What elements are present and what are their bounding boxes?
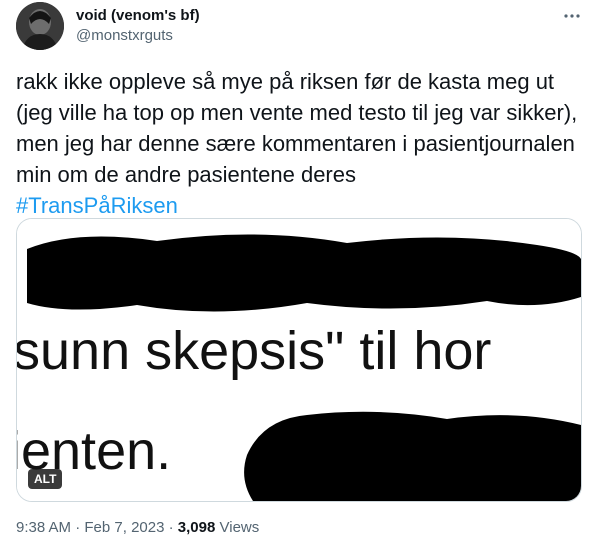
views-label: Views: [219, 519, 260, 536]
tweet-time[interactable]: 9:38 AM: [16, 519, 71, 536]
tweet-meta: 9:38 AM · Feb 7, 2023 · 3,098 Views: [16, 518, 259, 538]
tweet-text-line: rakk ikke oppleve så mye på riksen før d…: [16, 69, 530, 94]
alt-text-badge[interactable]: ALT: [28, 469, 63, 489]
tweet-text: rakk ikke oppleve så mye på riksen før d…: [16, 66, 584, 221]
avatar[interactable]: [16, 2, 64, 50]
more-options-button[interactable]: [560, 4, 584, 28]
hashtag-link[interactable]: #TransPåRiksen: [16, 193, 178, 218]
redaction-scribble-bottom: [244, 411, 581, 501]
media-image: sunn skepsis" til hor ienten.: [17, 219, 581, 501]
more-horizontal-icon: [564, 14, 580, 18]
media-text-line1: sunn skepsis" til hor: [17, 321, 491, 381]
author-handle[interactable]: @monstxrguts: [76, 26, 173, 46]
redaction-scribble-top: [27, 234, 581, 312]
tweet-date[interactable]: Feb 7, 2023: [84, 519, 164, 536]
author-display-name[interactable]: void (venom's bf): [76, 6, 200, 26]
meta-separator: ·: [75, 519, 81, 536]
tweet-media[interactable]: sunn skepsis" til hor ienten.: [16, 218, 582, 502]
views-count: 3,098: [177, 519, 216, 536]
meta-separator: ·: [168, 519, 174, 536]
avatar-image: [16, 2, 64, 50]
